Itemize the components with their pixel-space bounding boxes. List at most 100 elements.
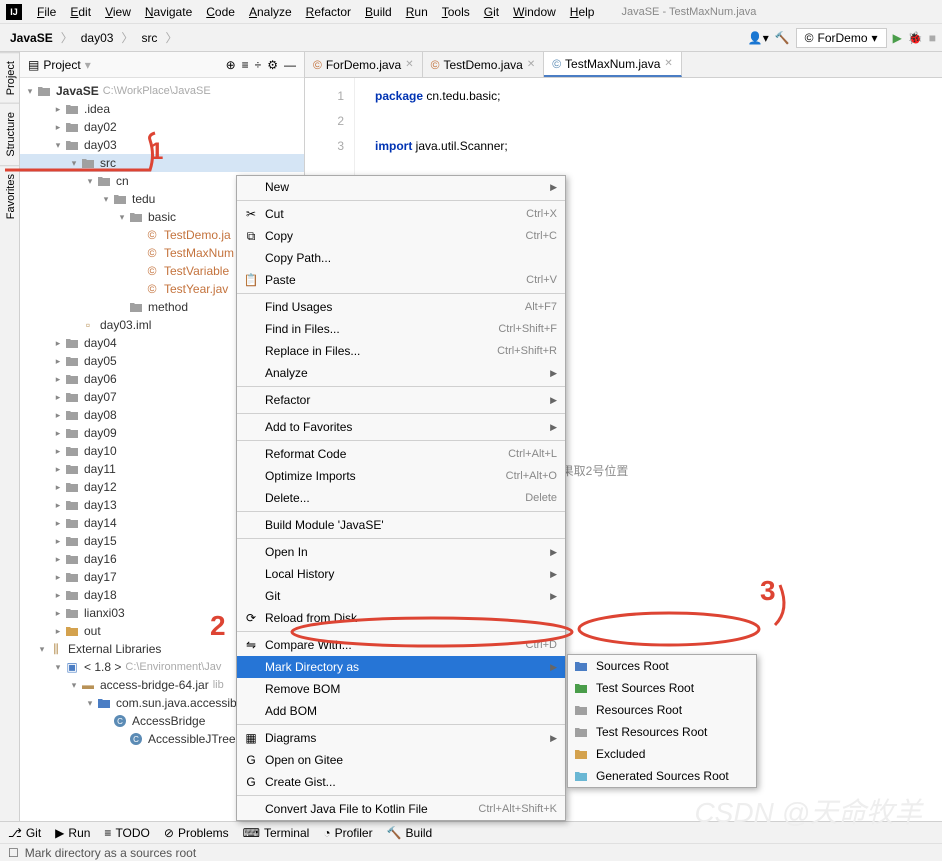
stop-icon[interactable]: ■	[929, 31, 936, 45]
bottom-todo[interactable]: ≡TODO	[104, 826, 149, 840]
ctx-local-history[interactable]: Local History▶	[237, 563, 565, 585]
bottom-problems[interactable]: ⊘Problems	[164, 826, 229, 840]
folder-icon	[574, 726, 588, 738]
bottom-profiler[interactable]: ◔Profiler	[323, 826, 372, 840]
person-icon[interactable]: 👤▾	[748, 31, 769, 45]
sub-resources-root[interactable]: Resources Root	[568, 699, 756, 721]
sub-test-resources-root[interactable]: Test Resources Root	[568, 721, 756, 743]
debug-icon[interactable]: 🐞	[908, 31, 923, 45]
ctx-create-gist-[interactable]: GCreate Gist...	[237, 771, 565, 793]
breadcrumb-item[interactable]: src	[137, 29, 161, 47]
breadcrumb-item[interactable]: JavaSE	[6, 29, 57, 47]
shortcut: Delete	[525, 492, 557, 504]
ctx-replace-in-files-[interactable]: Replace in Files...Ctrl+Shift+R	[237, 340, 565, 362]
mark-directory-submenu[interactable]: Sources RootTest Sources RootResources R…	[567, 654, 757, 788]
bottom-git[interactable]: ⎇Git	[8, 826, 41, 840]
ctx-compare-with-[interactable]: ⇋Compare With...Ctrl+D	[237, 634, 565, 656]
expand-all-icon[interactable]: ≡	[242, 58, 249, 72]
menu-window[interactable]: Window	[506, 3, 563, 21]
menu-navigate[interactable]: Navigate	[138, 3, 199, 21]
ctx-build-module-javase-[interactable]: Build Module 'JavaSE'	[237, 514, 565, 536]
ctx-find-usages[interactable]: Find UsagesAlt+F7	[237, 296, 565, 318]
editor-tab[interactable]: ©TestMaxNum.java✕	[544, 52, 682, 77]
ctx-reload-from-disk[interactable]: ⟳Reload from Disk	[237, 607, 565, 629]
ctx-open-on-gitee[interactable]: GOpen on Gitee	[237, 749, 565, 771]
run-config-select[interactable]: © ForDemo ▾	[796, 28, 887, 48]
menu-view[interactable]: View	[98, 3, 138, 21]
sub-sources-root[interactable]: Sources Root	[568, 655, 756, 677]
close-icon[interactable]: ✕	[527, 59, 535, 70]
ctx-label: Reformat Code	[265, 447, 346, 461]
menu-analyze[interactable]: Analyze	[242, 3, 299, 21]
bottom-tool-bar: ⎇Git ▶Run ≡TODO ⊘Problems ⌨Terminal ◔Profiler…	[0, 821, 942, 843]
bottom-terminal[interactable]: ⌨Terminal	[243, 826, 310, 840]
ctx-label: Compare With...	[265, 638, 352, 652]
ctx-analyze[interactable]: Analyze▶	[237, 362, 565, 384]
ctx-find-in-files-[interactable]: Find in Files...Ctrl+Shift+F	[237, 318, 565, 340]
tree-row[interactable]: ▾JavaSEC:\WorkPlace\JavaSE	[20, 82, 304, 100]
sub-label: Test Resources Root	[596, 725, 707, 739]
collapse-icon[interactable]: ÷	[255, 58, 262, 72]
project-icon: ▤	[28, 58, 39, 72]
ctx-add-to-favorites[interactable]: Add to Favorites▶	[237, 416, 565, 438]
ctx-cut[interactable]: ✂CutCtrl+X	[237, 203, 565, 225]
menu-run[interactable]: Run	[399, 3, 435, 21]
ctx-git[interactable]: Git▶	[237, 585, 565, 607]
tree-row[interactable]: ▸.idea	[20, 100, 304, 118]
ctx-remove-bom[interactable]: Remove BOM	[237, 678, 565, 700]
menu-refactor[interactable]: Refactor	[299, 3, 358, 21]
ctx-reformat-code[interactable]: Reformat CodeCtrl+Alt+L	[237, 443, 565, 465]
select-opened-icon[interactable]: ⊕	[226, 58, 236, 72]
menu-code[interactable]: Code	[199, 3, 242, 21]
submenu-arrow-icon: ▶	[550, 662, 557, 673]
editor-tab[interactable]: ©ForDemo.java✕	[305, 52, 423, 77]
build-icon[interactable]: 🔨	[775, 31, 790, 45]
sub-excluded[interactable]: Excluded	[568, 743, 756, 765]
menu-tools[interactable]: Tools	[435, 3, 477, 21]
menu-build[interactable]: Build	[358, 3, 399, 21]
ctx-label: Replace in Files...	[265, 344, 360, 358]
todo-icon: ≡	[104, 826, 111, 840]
ctx-open-in[interactable]: Open In▶	[237, 541, 565, 563]
breadcrumb-item[interactable]: day03	[77, 29, 118, 47]
ctx-add-bom[interactable]: Add BOM	[237, 700, 565, 722]
ctx-delete-[interactable]: Delete...Delete	[237, 487, 565, 509]
close-icon[interactable]: ✕	[664, 58, 672, 69]
menu-git[interactable]: Git	[477, 3, 506, 21]
run-icon[interactable]: ▶	[893, 31, 902, 45]
menu-edit[interactable]: Edit	[63, 3, 98, 21]
tree-row[interactable]: ▾src	[20, 154, 304, 172]
side-tab-favorites[interactable]: Favorites	[0, 165, 19, 227]
gist-icon: G	[243, 774, 259, 790]
hide-icon[interactable]: —	[284, 58, 296, 72]
editor-tab[interactable]: ©TestDemo.java✕	[423, 52, 545, 77]
side-tab-project[interactable]: Project	[0, 52, 19, 103]
sub-generated-sources-root[interactable]: Generated Sources Root	[568, 765, 756, 787]
gear-icon[interactable]: ⚙	[267, 58, 278, 72]
tree-row[interactable]: ▾day03	[20, 136, 304, 154]
menu-help[interactable]: Help	[563, 3, 602, 21]
menu-file[interactable]: File	[30, 3, 63, 21]
ctx-copy[interactable]: ⧉CopyCtrl+C	[237, 225, 565, 247]
terminal-icon: ⌨	[243, 826, 260, 840]
side-tab-structure[interactable]: Structure	[0, 103, 19, 165]
bottom-build[interactable]: 🔨Build	[387, 826, 433, 840]
git-icon: ⎇	[8, 826, 22, 840]
bottom-run[interactable]: ▶Run	[55, 826, 90, 840]
ctx-convert-java-file-to-kotlin-file[interactable]: Convert Java File to Kotlin FileCtrl+Alt…	[237, 798, 565, 820]
tree-row[interactable]: ▸day02	[20, 118, 304, 136]
ctx-optimize-imports[interactable]: Optimize ImportsCtrl+Alt+O	[237, 465, 565, 487]
ctx-refactor[interactable]: Refactor▶	[237, 389, 565, 411]
ctx-diagrams[interactable]: ▦Diagrams▶	[237, 727, 565, 749]
ctx-mark-directory-as[interactable]: Mark Directory as▶	[237, 656, 565, 678]
context-menu[interactable]: New▶ ✂CutCtrl+X⧉CopyCtrl+CCopy Path...📋Pa…	[236, 175, 566, 821]
profiler-icon: ◔	[323, 826, 330, 840]
panel-title[interactable]: ▤ Project ▾	[28, 58, 91, 72]
ctx-paste[interactable]: 📋PasteCtrl+V	[237, 269, 565, 291]
ctx-new[interactable]: New▶	[237, 176, 565, 198]
close-icon[interactable]: ✕	[405, 59, 413, 70]
submenu-arrow-icon: ▶	[550, 733, 557, 744]
ctx-copy-path-[interactable]: Copy Path...	[237, 247, 565, 269]
ctx-label: Analyze	[265, 366, 308, 380]
sub-test-sources-root[interactable]: Test Sources Root	[568, 677, 756, 699]
